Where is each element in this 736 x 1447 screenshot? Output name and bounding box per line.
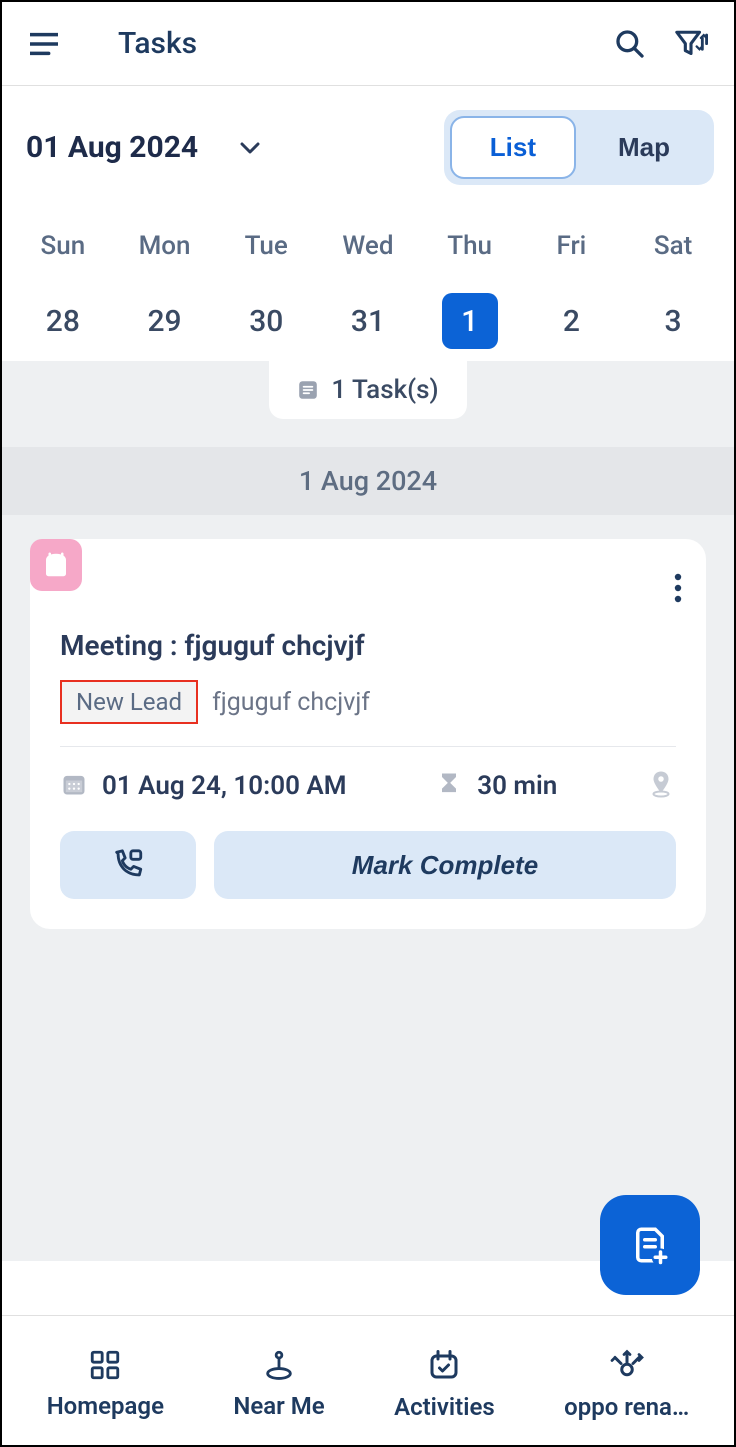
list-view-button[interactable]: List xyxy=(450,116,576,179)
nav-label: Homepage xyxy=(47,1392,164,1420)
page-title: Tasks xyxy=(118,26,614,61)
filter-sort-icon[interactable] xyxy=(674,28,706,60)
day-name: Sun xyxy=(41,231,86,261)
call-button[interactable] xyxy=(60,831,196,899)
view-toggle: List Map xyxy=(444,110,714,185)
week-calendar: Sun 28 Mon 29 Tue 30 Wed 31 Thu 1 Fri 2 Sat 3 xyxy=(2,201,734,363)
nav-near-me[interactable]: Near Me xyxy=(233,1348,324,1420)
day-num[interactable]: 3 xyxy=(645,293,701,349)
task-card[interactable]: Meeting : fjguguf chcjvjf New Lead fjgug… xyxy=(30,539,706,929)
day-name: Mon xyxy=(139,231,191,261)
chevron-down-icon[interactable] xyxy=(238,136,262,160)
day-num-selected[interactable]: 1 xyxy=(442,293,498,349)
add-task-fab[interactable] xyxy=(600,1195,700,1295)
meeting-type-icon xyxy=(30,539,82,591)
task-datetime: 01 Aug 24, 10:00 AM xyxy=(102,771,347,801)
day-name: Wed xyxy=(342,231,393,261)
nav-activities[interactable]: Activities xyxy=(394,1347,495,1421)
current-date[interactable]: 01 Aug 2024 xyxy=(26,130,198,165)
day-num[interactable]: 29 xyxy=(137,293,193,349)
search-icon[interactable] xyxy=(614,28,646,60)
nav-label: oppo rena… xyxy=(564,1393,689,1421)
date-section-header: 1 Aug 2024 xyxy=(2,447,734,515)
nav-homepage[interactable]: Homepage xyxy=(47,1348,164,1420)
nav-label: Activities xyxy=(394,1393,495,1421)
bottom-nav: Homepage Near Me Activities oppo rena… xyxy=(2,1315,734,1445)
tasks-count: 1 Task(s) xyxy=(269,361,466,419)
map-view-button[interactable]: Map xyxy=(580,116,708,179)
task-title: Meeting : fjguguf chcjvjf xyxy=(60,629,676,662)
day-num[interactable]: 31 xyxy=(340,293,396,349)
day-num[interactable]: 28 xyxy=(35,293,91,349)
more-vertical-icon[interactable] xyxy=(668,567,688,613)
calendar-icon xyxy=(60,770,88,802)
day-name: Sat xyxy=(654,231,692,261)
tasks-count-label: 1 Task(s) xyxy=(331,375,438,405)
menu-icon[interactable] xyxy=(30,32,58,56)
task-subtitle: fjguguf chcjvjf xyxy=(212,688,370,717)
day-num[interactable]: 30 xyxy=(238,293,294,349)
nav-label: Near Me xyxy=(233,1392,324,1420)
day-name: Tue xyxy=(245,231,288,261)
day-num[interactable]: 2 xyxy=(543,293,599,349)
day-name: Fri xyxy=(556,231,586,261)
nav-more[interactable]: oppo rena… xyxy=(564,1347,689,1421)
task-duration: 30 min xyxy=(477,771,557,801)
day-name: Thu xyxy=(447,231,492,261)
lead-status-badge: New Lead xyxy=(60,680,198,724)
hourglass-icon xyxy=(435,770,463,802)
mark-complete-button[interactable]: Mark Complete xyxy=(214,831,676,899)
location-pin-icon[interactable] xyxy=(646,769,676,803)
